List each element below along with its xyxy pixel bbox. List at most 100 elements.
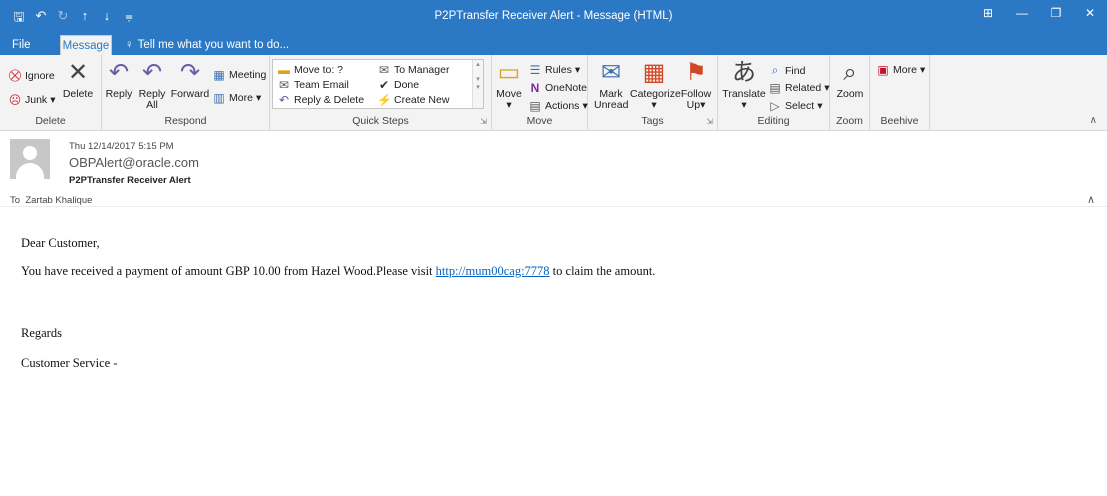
tell-me-label: Tell me what you want to do... <box>137 39 290 51</box>
mail-icon: ✉ <box>278 78 290 92</box>
quick-step-team-email[interactable]: ✉ Team Email <box>277 78 349 92</box>
magnifier-icon: ⌕ <box>843 59 857 86</box>
recipient-name[interactable]: Zartab Khalique <box>25 195 92 206</box>
zoom-button[interactable]: ⌕ Zoom <box>832 59 868 100</box>
minimize-icon[interactable]: — <box>1005 0 1039 28</box>
actions-icon: ▤ <box>529 99 541 113</box>
follow-up-button[interactable]: ⚑ Follow Up▾ <box>680 59 712 111</box>
find-button[interactable]: ⌕ Find <box>768 63 806 78</box>
quick-step-move-to[interactable]: ▬ Move to: ? <box>277 63 343 77</box>
beehive-icon: ▣ <box>877 63 889 77</box>
tab-file[interactable]: File <box>12 35 31 55</box>
actions-button[interactable]: ▤ Actions ▾ <box>528 99 587 113</box>
related-icon: ▤ <box>769 81 781 95</box>
tab-message[interactable]: Message <box>60 35 112 55</box>
tags-group: ✉ Mark Unread ▦ Categorize ▾ ⚑ Follow Up▾… <box>588 55 718 130</box>
rules-button[interactable]: ☰ Rules ▾ <box>528 63 581 77</box>
restore-icon[interactable]: ❐ <box>1039 0 1073 28</box>
beehive-group-label: Beehive <box>880 115 919 127</box>
close-icon[interactable]: ✕ <box>1073 0 1107 28</box>
beehive-group: ▣ More ▾ Beehive <box>870 55 930 130</box>
envelope-icon: ✉ <box>600 59 622 86</box>
body-greeting: Dear Customer, <box>21 236 100 250</box>
reply-icon: ↶ <box>108 59 130 86</box>
categorize-button[interactable]: ▦ Categorize ▾ <box>630 59 681 111</box>
quick-step-create-new[interactable]: ⚡ Create New <box>377 93 449 107</box>
delete-group-label: Delete <box>35 115 66 127</box>
ignore-icon: ⛒ <box>8 68 22 82</box>
ignore-button[interactable]: ⛒ Ignore <box>8 68 55 83</box>
onenote-button[interactable]: N OneNote <box>528 81 587 95</box>
lightning-icon: ⚡ <box>377 93 392 107</box>
editing-group: あ Translate ▾ ⌕ Find ▤ Related ▾ ▷ Select ▾… <box>718 55 830 130</box>
tags-launcher-icon[interactable]: ⇲ <box>706 117 713 126</box>
message-date: Thu 12/14/2017 5:15 PM <box>69 141 174 152</box>
find-icon: ⌕ <box>771 63 779 77</box>
reply-all-icon: ↶ <box>141 59 163 86</box>
move-group: ▭ Move ▾ ☰ Rules ▾ N OneNote ▤ Actions ▾ Mo… <box>492 55 588 130</box>
quick-step-to-manager[interactable]: ✉ To Manager <box>377 63 449 77</box>
translate-button[interactable]: あ Translate ▾ <box>722 59 766 111</box>
respond-more-button[interactable]: ▥ More ▾ <box>212 91 261 105</box>
forward-mail-icon: ✉ <box>378 63 390 77</box>
forward-icon: ↷ <box>179 59 201 86</box>
quick-steps-label: Quick Steps <box>352 115 409 127</box>
move-button[interactable]: ▭ Move ▾ <box>494 59 524 111</box>
body-payment-line: You have received a payment of amount GB… <box>21 264 656 278</box>
collapse-ribbon-icon[interactable]: ∧ <box>1090 115 1097 126</box>
body-regards: Regards <box>21 326 62 340</box>
flag-icon: ⚑ <box>685 59 707 86</box>
related-button[interactable]: ▤ Related ▾ <box>768 81 829 95</box>
title-bar: 🖫 ↶ ↻ ↑ ↓ ⩦ P2PTransfer Receiver Alert -… <box>0 0 1107 35</box>
editing-group-label: Editing <box>757 115 790 127</box>
ribbon: ⛒ Ignore ☹ Junk ▾ ✕ Delete Delete ↶ Reply… <box>0 55 1107 131</box>
quick-step-done[interactable]: ✔ Done <box>377 78 419 92</box>
translate-icon: あ <box>732 59 756 86</box>
select-button[interactable]: ▷ Select ▾ <box>768 99 822 113</box>
message-subject: P2PTransfer Receiver Alert <box>69 175 191 186</box>
junk-button[interactable]: ☹ Junk ▾ <box>8 93 56 107</box>
reply-button[interactable]: ↶ Reply <box>104 59 134 100</box>
onenote-icon: N <box>530 81 540 95</box>
dialog-launcher-icon[interactable]: ⇲ <box>480 117 487 126</box>
window-title: P2PTransfer Receiver Alert - Message (HT… <box>434 10 673 22</box>
to-label: To <box>10 195 21 206</box>
beehive-more-button[interactable]: ▣ More ▾ <box>876 63 925 77</box>
ribbon-display-icon[interactable]: ⊞ <box>971 0 1005 28</box>
zoom-group: ⌕ Zoom Zoom <box>830 55 870 130</box>
reply-all-button[interactable]: ↶ Reply All <box>136 59 168 111</box>
zoom-group-label: Zoom <box>836 115 863 127</box>
quick-steps-gallery: ▬ Move to: ? ✉ To Manager ✉ Team Email ✔ Don… <box>272 59 484 109</box>
respond-group: ↶ Reply ↶ Reply All ↷ Forward ▦ Meeting … <box>102 55 270 130</box>
sender-avatar <box>10 139 50 179</box>
reply-delete-icon: ↶ <box>278 93 290 107</box>
recipient-line: To Zartab Khalique <box>10 195 92 206</box>
collapse-header-icon[interactable]: ∧ <box>1087 193 1095 206</box>
delete-x-icon: ✕ <box>67 59 89 86</box>
forward-button[interactable]: ↷ Forward <box>170 59 210 100</box>
checkmark-icon: ✔ <box>378 78 390 92</box>
meeting-icon: ▦ <box>213 68 225 82</box>
folder-icon: ▬ <box>278 63 290 77</box>
delete-group: ⛒ Ignore ☹ Junk ▾ ✕ Delete Delete <box>0 55 102 130</box>
junk-icon: ☹ <box>8 93 22 107</box>
quick-steps-scroll[interactable]: ▴ ▾ ▾ <box>472 60 483 108</box>
rules-icon: ☰ <box>529 63 541 77</box>
meeting-button[interactable]: ▦ Meeting <box>212 68 266 82</box>
tell-me-box[interactable]: ♀ Tell me what you want to do... <box>125 35 289 55</box>
categorize-icon: ▦ <box>642 59 666 86</box>
im-icon: ▥ <box>213 91 225 105</box>
move-group-label: Move <box>526 115 553 127</box>
quick-step-reply-delete[interactable]: ↶ Reply & Delete <box>277 93 364 107</box>
window-controls: ⊞ — ❐ ✕ <box>971 0 1107 28</box>
ribbon-tabs: File Message ♀ Tell me what you want to … <box>0 35 1107 55</box>
delete-button[interactable]: ✕ Delete <box>60 59 96 100</box>
lightbulb-icon: ♀ <box>125 39 134 51</box>
mark-unread-button[interactable]: ✉ Mark Unread <box>594 59 628 111</box>
respond-group-label: Respond <box>164 115 207 127</box>
cursor-icon: ▷ <box>770 99 780 113</box>
claim-link[interactable]: http://mum00cag:7778 <box>436 264 550 278</box>
sender-address[interactable]: OBPAlert@oracle.com <box>69 155 199 170</box>
body-signature: Customer Service - <box>21 356 118 370</box>
message-header: Thu 12/14/2017 5:15 PM OBPAlert@oracle.c… <box>0 131 1107 207</box>
